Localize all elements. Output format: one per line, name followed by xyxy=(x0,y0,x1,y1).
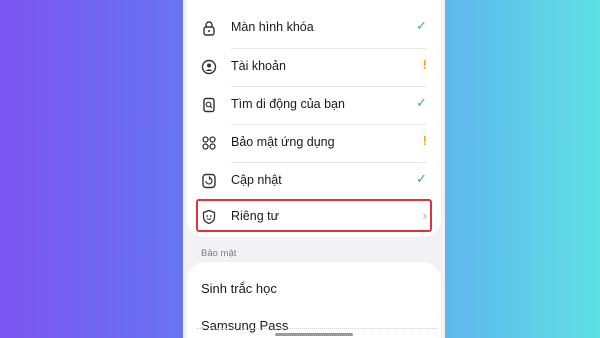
settings-item-lock-screen[interactable]: Màn hình khóa ✓ xyxy=(187,9,441,47)
find-phone-icon xyxy=(203,97,215,113)
status-ok-icon: ✓ xyxy=(416,171,427,186)
status-warning-icon: ! xyxy=(422,133,427,148)
settings-item-app-security[interactable]: Bảo mật ứng dụng ! xyxy=(187,124,441,162)
settings-item-label: Bảo mật ứng dụng xyxy=(231,135,335,149)
status-ok-icon: ✓ xyxy=(416,95,427,110)
settings-item-label: Tài khoản xyxy=(231,59,286,73)
settings-item-update[interactable]: Cập nhật ✓ xyxy=(187,162,441,200)
settings-item-account[interactable]: Tài khoản ! xyxy=(187,48,441,86)
settings-item-label: Sinh trắc học xyxy=(201,281,277,296)
settings-item-find-my-mobile[interactable]: Tìm di động của bạn ✓ xyxy=(187,86,441,124)
status-warning-icon: ! xyxy=(422,57,427,72)
faint-divider xyxy=(197,328,437,331)
phone-screen: Màn hình khóa ✓ Tài khoản ! Tìm di động … xyxy=(183,0,445,338)
settings-item-label: Tìm di động của bạn xyxy=(231,97,345,111)
highlight-box xyxy=(196,199,432,232)
settings-item-label: Cập nhật xyxy=(231,173,282,187)
security-status-card: Màn hình khóa ✓ Tài khoản ! Tìm di động … xyxy=(187,0,441,237)
security-card: Sinh trắc học Samsung Pass xyxy=(187,262,441,338)
home-indicator[interactable] xyxy=(275,333,353,336)
account-icon xyxy=(201,59,217,75)
lock-icon xyxy=(203,21,215,36)
settings-item-label: Màn hình khóa xyxy=(231,20,314,34)
status-ok-icon: ✓ xyxy=(416,18,427,33)
section-title: Bảo mật xyxy=(201,248,237,259)
settings-item-biometrics[interactable]: Sinh trắc học xyxy=(187,270,441,308)
update-icon xyxy=(202,173,216,189)
app-security-icon xyxy=(202,136,216,150)
